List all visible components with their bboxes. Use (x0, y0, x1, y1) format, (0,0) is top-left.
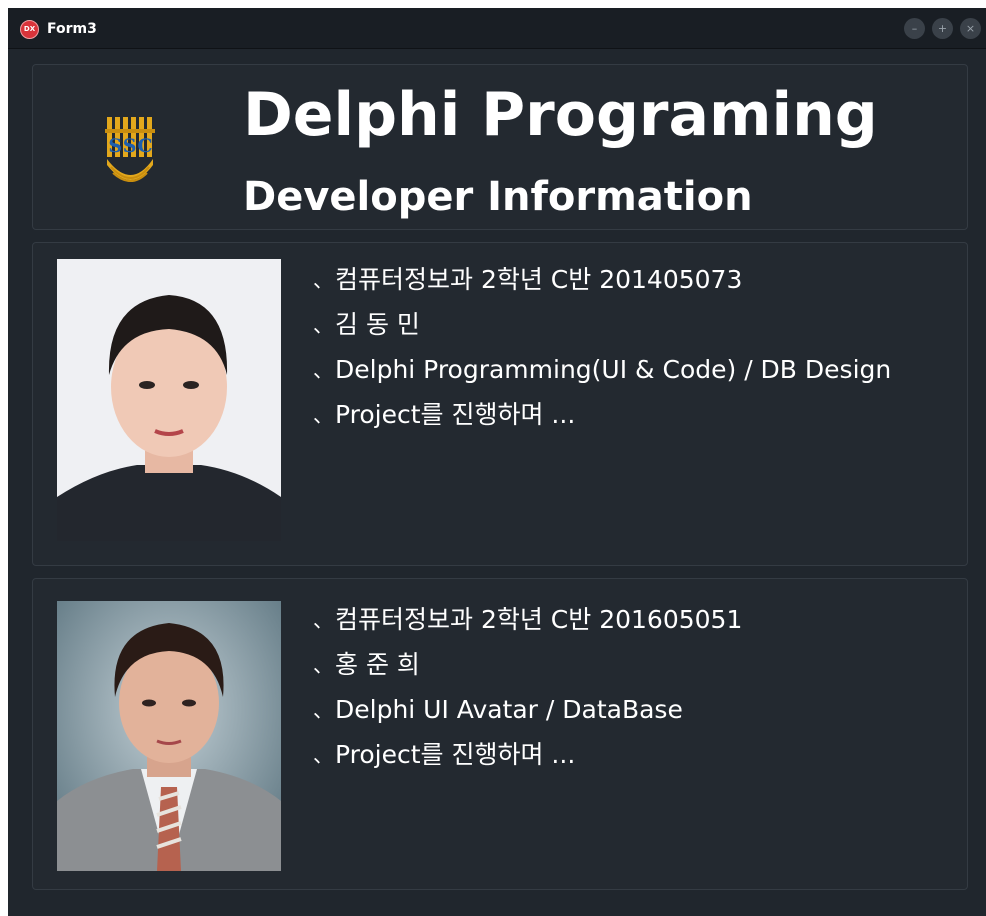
list-item: 、컴퓨터정보과 2학년 C반 201605051 (313, 599, 742, 644)
bullet-mark: 、 (313, 698, 333, 722)
developer-note: Project를 진행하며 ... (335, 740, 576, 769)
developer-photo-2 (57, 601, 281, 871)
profile-photo-icon (57, 259, 281, 541)
developer-role: Delphi Programming(UI & Code) / DB Desig… (335, 355, 892, 384)
bullet-mark: 、 (313, 743, 333, 767)
app-icon: DX (20, 20, 39, 39)
close-button[interactable]: × (960, 18, 981, 39)
list-item: 、Project를 진행하며 ... (313, 394, 891, 439)
window-title: Form3 (47, 21, 97, 37)
developer-info-2: 、컴퓨터정보과 2학년 C반 201605051 、홍 준 희 、Delphi … (313, 599, 742, 779)
profile-photo-icon (57, 601, 281, 871)
logo-text: SSC (108, 135, 154, 157)
department-label: 컴퓨터정보과 2학년 C반 201605051 (335, 605, 743, 634)
bullet-mark: 、 (313, 358, 333, 382)
bullet-mark: 、 (313, 268, 333, 292)
developer-photo-1 (57, 259, 281, 541)
bullet-mark: 、 (313, 313, 333, 337)
list-item: 、홍 준 희 (313, 644, 742, 689)
developer-note: Project를 진행하며 ... (335, 400, 576, 429)
minimize-button[interactable]: – (904, 18, 925, 39)
list-item: 、컴퓨터정보과 2학년 C반 201405073 (313, 259, 891, 304)
developer-info-1: 、컴퓨터정보과 2학년 C반 201405073 、김 동 민 、Delphi … (313, 259, 891, 439)
bullet-mark: 、 (313, 608, 333, 632)
maximize-button[interactable]: + (932, 18, 953, 39)
developer-card-2: 、컴퓨터정보과 2학년 C반 201605051 、홍 준 희 、Delphi … (32, 578, 968, 890)
developer-name: 김 동 민 (335, 310, 420, 339)
header-panel: SSC Delphi Programing Developer Informat… (32, 64, 968, 230)
bullet-mark: 、 (313, 653, 333, 677)
list-item: 、Delphi Programming(UI & Code) / DB Desi… (313, 349, 891, 394)
title-bar[interactable]: DX Form3 – + × (8, 8, 986, 49)
developer-role: Delphi UI Avatar / DataBase (335, 695, 683, 724)
page-title: Delphi Programing (243, 80, 878, 150)
developer-name: 홍 준 희 (335, 650, 420, 679)
list-item: 、Project를 진행하며 ... (313, 734, 742, 779)
page-subtitle: Developer Information (243, 174, 753, 220)
department-label: 컴퓨터정보과 2학년 C반 201405073 (335, 265, 743, 294)
app-window: DX Form3 – + × SSC Delphi Programing Dev… (8, 8, 986, 916)
list-item: 、Delphi UI Avatar / DataBase (313, 689, 742, 734)
list-item: 、김 동 민 (313, 304, 891, 349)
bullet-mark: 、 (313, 403, 333, 427)
school-logo: SSC (103, 115, 159, 185)
developer-card-1: 、컴퓨터정보과 2학년 C반 201405073 、김 동 민 、Delphi … (32, 242, 968, 566)
